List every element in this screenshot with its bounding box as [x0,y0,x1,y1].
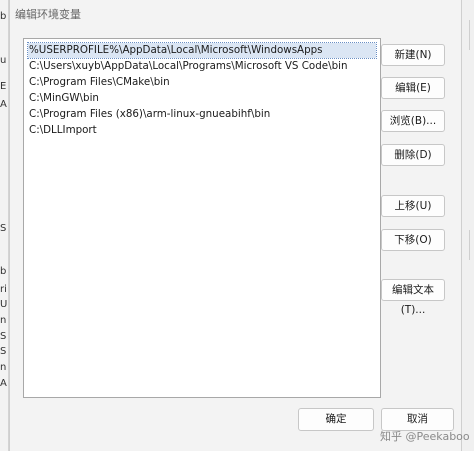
path-entry[interactable]: C:\Program Files\CMake\bin [28,75,376,90]
watermark: 知乎 @Peekaboo [380,430,470,443]
background-fragment: S [0,346,7,357]
ok-button[interactable]: 确定 [298,408,374,431]
dialog-title: 编辑环境变量 [15,8,81,21]
path-entry[interactable]: C:\MinGW\bin [28,91,376,106]
background-divider [469,20,470,50]
background-fragment: A [0,99,7,110]
background-fragment: n [0,315,7,326]
background-fragment: S [0,331,7,342]
delete-button[interactable]: 删除(D) [381,144,445,166]
background-fragment: U [0,299,8,310]
path-entry[interactable]: C:\DLLImport [28,123,376,138]
path-entry[interactable]: C:\Program Files (x86)\arm-linux-gnueabi… [28,107,376,122]
background-fragment: u [0,55,7,66]
background-fragment: A [0,378,7,389]
background-fragment: E [0,81,7,92]
background-fragment: n [0,362,7,373]
background-divider [469,230,470,260]
background-fragment: b [0,11,7,22]
browse-button[interactable]: 浏览(B)... [381,110,445,132]
background-window-right [460,0,474,451]
move-up-button[interactable]: 上移(U) [381,195,445,217]
edit-button[interactable]: 编辑(E) [381,77,445,99]
background-fragment: ri [0,284,7,295]
path-entries-list[interactable]: %USERPROFILE%\AppData\Local\Microsoft\Wi… [23,38,381,398]
edit-environment-variable-dialog: 编辑环境变量 %USERPROFILE%\AppData\Local\Micro… [9,0,462,451]
path-entry[interactable]: %USERPROFILE%\AppData\Local\Microsoft\Wi… [27,42,377,59]
background-fragment: S [0,223,7,234]
move-down-button[interactable]: 下移(O) [381,229,445,251]
background-window-strip: b u E A S b ri U n S S n A [0,0,9,451]
dialog-titlebar[interactable]: 编辑环境变量 [10,0,461,30]
new-button[interactable]: 新建(N) [381,44,445,66]
edit-text-button[interactable]: 编辑文本(T)... [381,279,445,316]
background-fragment: b [0,266,7,277]
path-entry[interactable]: C:\Users\xuyb\AppData\Local\Programs\Mic… [28,59,376,74]
